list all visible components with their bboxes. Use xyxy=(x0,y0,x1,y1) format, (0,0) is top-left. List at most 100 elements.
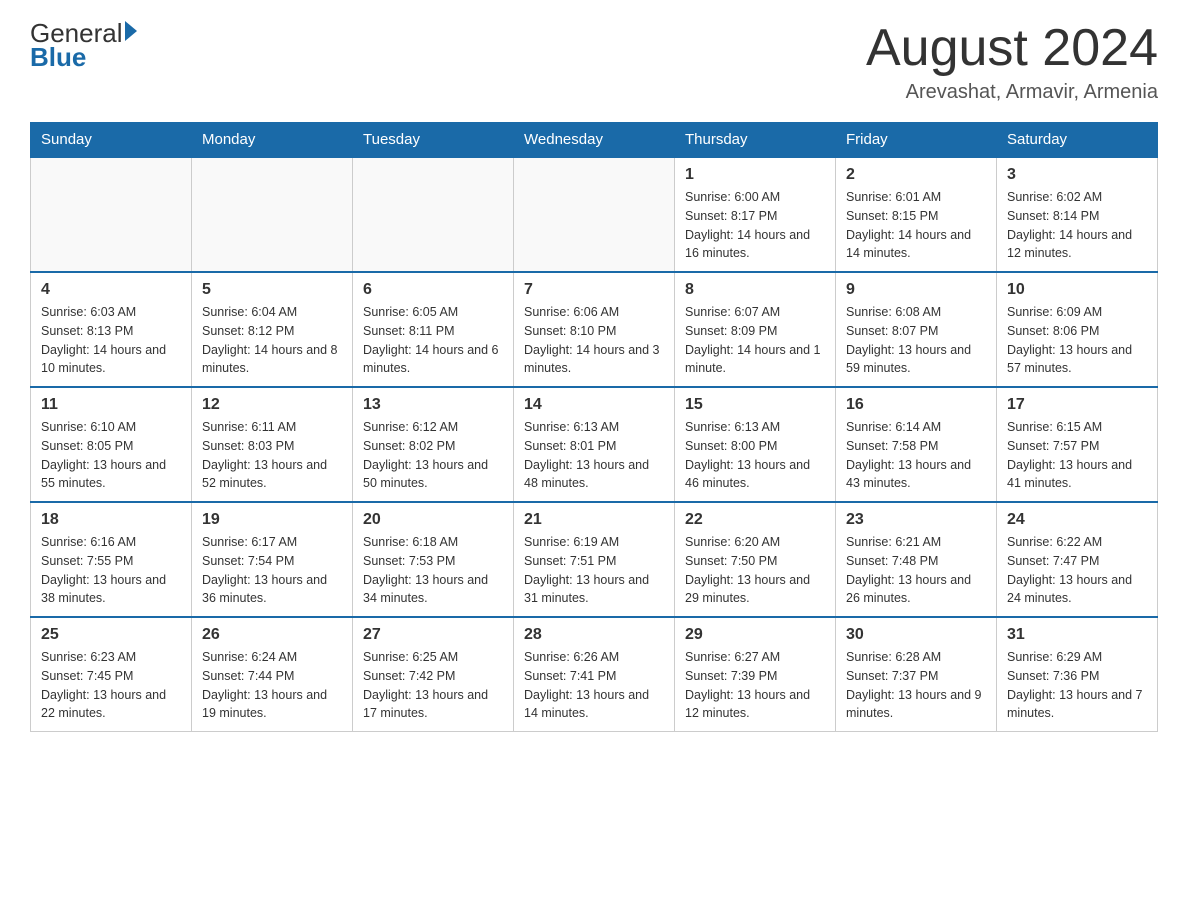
day-number: 12 xyxy=(202,396,342,414)
day-number: 14 xyxy=(524,396,664,414)
day-info: Sunrise: 6:04 AMSunset: 8:12 PMDaylight:… xyxy=(202,303,342,378)
day-number: 13 xyxy=(363,396,503,414)
day-info: Sunrise: 6:26 AMSunset: 7:41 PMDaylight:… xyxy=(524,648,664,723)
day-info: Sunrise: 6:28 AMSunset: 7:37 PMDaylight:… xyxy=(846,648,986,723)
calendar-cell: 19Sunrise: 6:17 AMSunset: 7:54 PMDayligh… xyxy=(192,502,353,617)
month-title: August 2024 xyxy=(866,20,1158,77)
day-info: Sunrise: 6:12 AMSunset: 8:02 PMDaylight:… xyxy=(363,418,503,493)
day-info: Sunrise: 6:21 AMSunset: 7:48 PMDaylight:… xyxy=(846,533,986,608)
calendar-cell: 6 Sunrise: 6:05 AMSunset: 8:11 PMDaylight… xyxy=(353,272,514,387)
calendar-cell: 17Sunrise: 6:15 AMSunset: 7:57 PMDayligh… xyxy=(997,387,1158,502)
calendar-cell: 14Sunrise: 6:13 AMSunset: 8:01 PMDayligh… xyxy=(514,387,675,502)
calendar-cell: 23Sunrise: 6:21 AMSunset: 7:48 PMDayligh… xyxy=(836,502,997,617)
calendar-cell: 28 Sunrise: 6:26 AMSunset: 7:41 PMDayligh… xyxy=(514,617,675,732)
day-number: 2 xyxy=(846,166,986,184)
day-info: Sunrise: 6:06 AMSunset: 8:10 PMDaylight:… xyxy=(524,303,664,378)
day-number: 21 xyxy=(524,511,664,529)
day-number: 26 xyxy=(202,626,342,644)
day-number: 24 xyxy=(1007,511,1147,529)
day-info: Sunrise: 6:01 AMSunset: 8:15 PMDaylight:… xyxy=(846,188,986,263)
calendar-cell: 27 Sunrise: 6:25 AMSunset: 7:42 PMDayligh… xyxy=(353,617,514,732)
day-info: Sunrise: 6:10 AMSunset: 8:05 PMDaylight:… xyxy=(41,418,181,493)
calendar-cell: 20 Sunrise: 6:18 AMSunset: 7:53 PMDayligh… xyxy=(353,502,514,617)
day-info: Sunrise: 6:15 AMSunset: 7:57 PMDaylight:… xyxy=(1007,418,1147,493)
day-info: Sunrise: 6:03 AMSunset: 8:13 PMDaylight:… xyxy=(41,303,181,378)
day-number: 7 xyxy=(524,281,664,299)
calendar-table: Sunday Monday Tuesday Wednesday Thursday… xyxy=(30,122,1158,732)
day-number: 15 xyxy=(685,396,825,414)
logo-text-blue: Blue xyxy=(30,44,137,70)
calendar-cell: 31Sunrise: 6:29 AMSunset: 7:36 PMDayligh… xyxy=(997,617,1158,732)
day-info: Sunrise: 6:14 AMSunset: 7:58 PMDaylight:… xyxy=(846,418,986,493)
day-info: Sunrise: 6:22 AMSunset: 7:47 PMDaylight:… xyxy=(1007,533,1147,608)
col-saturday: Saturday xyxy=(997,123,1158,158)
calendar-cell: 9 Sunrise: 6:08 AMSunset: 8:07 PMDaylight… xyxy=(836,272,997,387)
col-wednesday: Wednesday xyxy=(514,123,675,158)
col-friday: Friday xyxy=(836,123,997,158)
calendar-cell: 16 Sunrise: 6:14 AMSunset: 7:58 PMDayligh… xyxy=(836,387,997,502)
day-number: 6 xyxy=(363,281,503,299)
calendar-cell: 24 Sunrise: 6:22 AMSunset: 7:47 PMDayligh… xyxy=(997,502,1158,617)
calendar-cell: 18Sunrise: 6:16 AMSunset: 7:55 PMDayligh… xyxy=(31,502,192,617)
day-number: 30 xyxy=(846,626,986,644)
day-info: Sunrise: 6:13 AMSunset: 8:00 PMDaylight:… xyxy=(685,418,825,493)
calendar-cell: 3Sunrise: 6:02 AMSunset: 8:14 PMDaylight… xyxy=(997,157,1158,272)
day-number: 9 xyxy=(846,281,986,299)
calendar-cell xyxy=(192,157,353,272)
day-number: 29 xyxy=(685,626,825,644)
logo: General Blue xyxy=(30,20,137,70)
calendar-week-4: 18Sunrise: 6:16 AMSunset: 7:55 PMDayligh… xyxy=(31,502,1158,617)
page-header: General Blue August 2024 Arevashat, Arma… xyxy=(30,20,1158,104)
calendar-cell: 26 Sunrise: 6:24 AMSunset: 7:44 PMDayligh… xyxy=(192,617,353,732)
day-number: 5 xyxy=(202,281,342,299)
day-number: 11 xyxy=(41,396,181,414)
calendar-cell: 10Sunrise: 6:09 AMSunset: 8:06 PMDayligh… xyxy=(997,272,1158,387)
calendar-cell: 13 Sunrise: 6:12 AMSunset: 8:02 PMDayligh… xyxy=(353,387,514,502)
calendar-cell xyxy=(353,157,514,272)
col-sunday: Sunday xyxy=(31,123,192,158)
day-info: Sunrise: 6:25 AMSunset: 7:42 PMDaylight:… xyxy=(363,648,503,723)
col-monday: Monday xyxy=(192,123,353,158)
calendar-cell: 30 Sunrise: 6:28 AMSunset: 7:37 PMDayligh… xyxy=(836,617,997,732)
calendar-cell: 15 Sunrise: 6:13 AMSunset: 8:00 PMDayligh… xyxy=(675,387,836,502)
calendar-cell xyxy=(514,157,675,272)
day-info: Sunrise: 6:11 AMSunset: 8:03 PMDaylight:… xyxy=(202,418,342,493)
day-info: Sunrise: 6:02 AMSunset: 8:14 PMDaylight:… xyxy=(1007,188,1147,263)
day-number: 20 xyxy=(363,511,503,529)
calendar-week-2: 4 Sunrise: 6:03 AMSunset: 8:13 PMDaylight… xyxy=(31,272,1158,387)
calendar-cell: 29 Sunrise: 6:27 AMSunset: 7:39 PMDayligh… xyxy=(675,617,836,732)
calendar-cell: 21Sunrise: 6:19 AMSunset: 7:51 PMDayligh… xyxy=(514,502,675,617)
day-number: 8 xyxy=(685,281,825,299)
day-info: Sunrise: 6:08 AMSunset: 8:07 PMDaylight:… xyxy=(846,303,986,378)
location-label: Arevashat, Armavir, Armenia xyxy=(866,81,1158,104)
day-number: 28 xyxy=(524,626,664,644)
day-info: Sunrise: 6:20 AMSunset: 7:50 PMDaylight:… xyxy=(685,533,825,608)
day-number: 1 xyxy=(685,166,825,184)
calendar-cell: 22Sunrise: 6:20 AMSunset: 7:50 PMDayligh… xyxy=(675,502,836,617)
header-row: Sunday Monday Tuesday Wednesday Thursday… xyxy=(31,123,1158,158)
day-info: Sunrise: 6:09 AMSunset: 8:06 PMDaylight:… xyxy=(1007,303,1147,378)
day-info: Sunrise: 6:23 AMSunset: 7:45 PMDaylight:… xyxy=(41,648,181,723)
day-number: 25 xyxy=(41,626,181,644)
calendar-header: Sunday Monday Tuesday Wednesday Thursday… xyxy=(31,123,1158,158)
day-info: Sunrise: 6:00 AMSunset: 8:17 PMDaylight:… xyxy=(685,188,825,263)
day-info: Sunrise: 6:24 AMSunset: 7:44 PMDaylight:… xyxy=(202,648,342,723)
day-info: Sunrise: 6:16 AMSunset: 7:55 PMDaylight:… xyxy=(41,533,181,608)
day-info: Sunrise: 6:05 AMSunset: 8:11 PMDaylight:… xyxy=(363,303,503,378)
calendar-week-3: 11 Sunrise: 6:10 AMSunset: 8:05 PMDayligh… xyxy=(31,387,1158,502)
calendar-cell: 4 Sunrise: 6:03 AMSunset: 8:13 PMDaylight… xyxy=(31,272,192,387)
day-number: 27 xyxy=(363,626,503,644)
calendar-week-1: 1 Sunrise: 6:00 AMSunset: 8:17 PMDaylight… xyxy=(31,157,1158,272)
calendar-cell xyxy=(31,157,192,272)
calendar-cell: 12 Sunrise: 6:11 AMSunset: 8:03 PMDayligh… xyxy=(192,387,353,502)
day-number: 16 xyxy=(846,396,986,414)
day-number: 31 xyxy=(1007,626,1147,644)
calendar-cell: 2 Sunrise: 6:01 AMSunset: 8:15 PMDaylight… xyxy=(836,157,997,272)
calendar-cell: 5 Sunrise: 6:04 AMSunset: 8:12 PMDaylight… xyxy=(192,272,353,387)
calendar-cell: 25 Sunrise: 6:23 AMSunset: 7:45 PMDayligh… xyxy=(31,617,192,732)
day-info: Sunrise: 6:27 AMSunset: 7:39 PMDaylight:… xyxy=(685,648,825,723)
day-info: Sunrise: 6:07 AMSunset: 8:09 PMDaylight:… xyxy=(685,303,825,378)
day-number: 4 xyxy=(41,281,181,299)
day-number: 19 xyxy=(202,511,342,529)
day-info: Sunrise: 6:18 AMSunset: 7:53 PMDaylight:… xyxy=(363,533,503,608)
